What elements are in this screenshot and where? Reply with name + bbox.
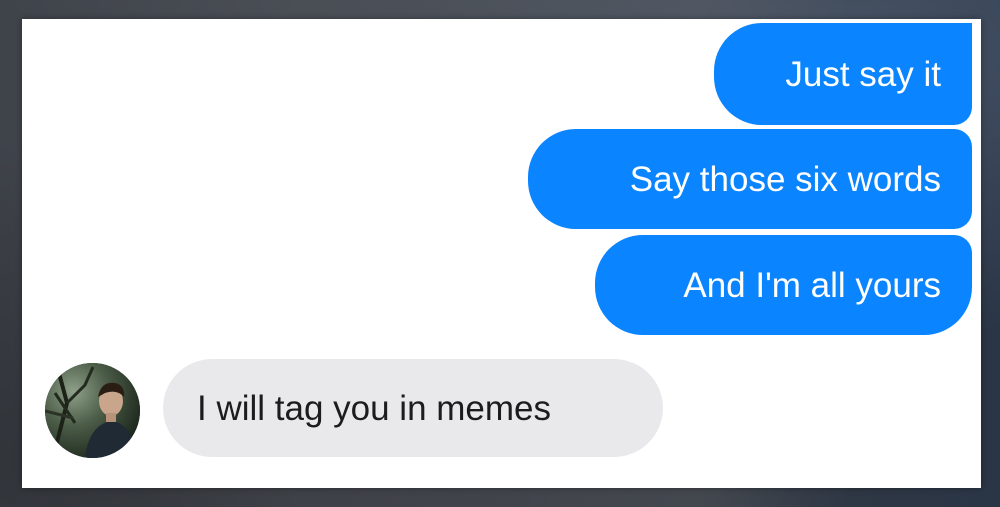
person-photo-icon bbox=[45, 363, 140, 458]
chat-thread: Just say it Say those six words And I'm … bbox=[22, 19, 981, 488]
outgoing-message-bubble[interactable]: Just say it bbox=[714, 23, 972, 125]
contact-avatar[interactable] bbox=[45, 363, 140, 458]
outgoing-message-bubble[interactable]: And I'm all yours bbox=[595, 235, 972, 335]
incoming-message-bubble[interactable]: I will tag you in memes bbox=[163, 359, 663, 457]
outgoing-message-bubble[interactable]: Say those six words bbox=[528, 129, 972, 229]
